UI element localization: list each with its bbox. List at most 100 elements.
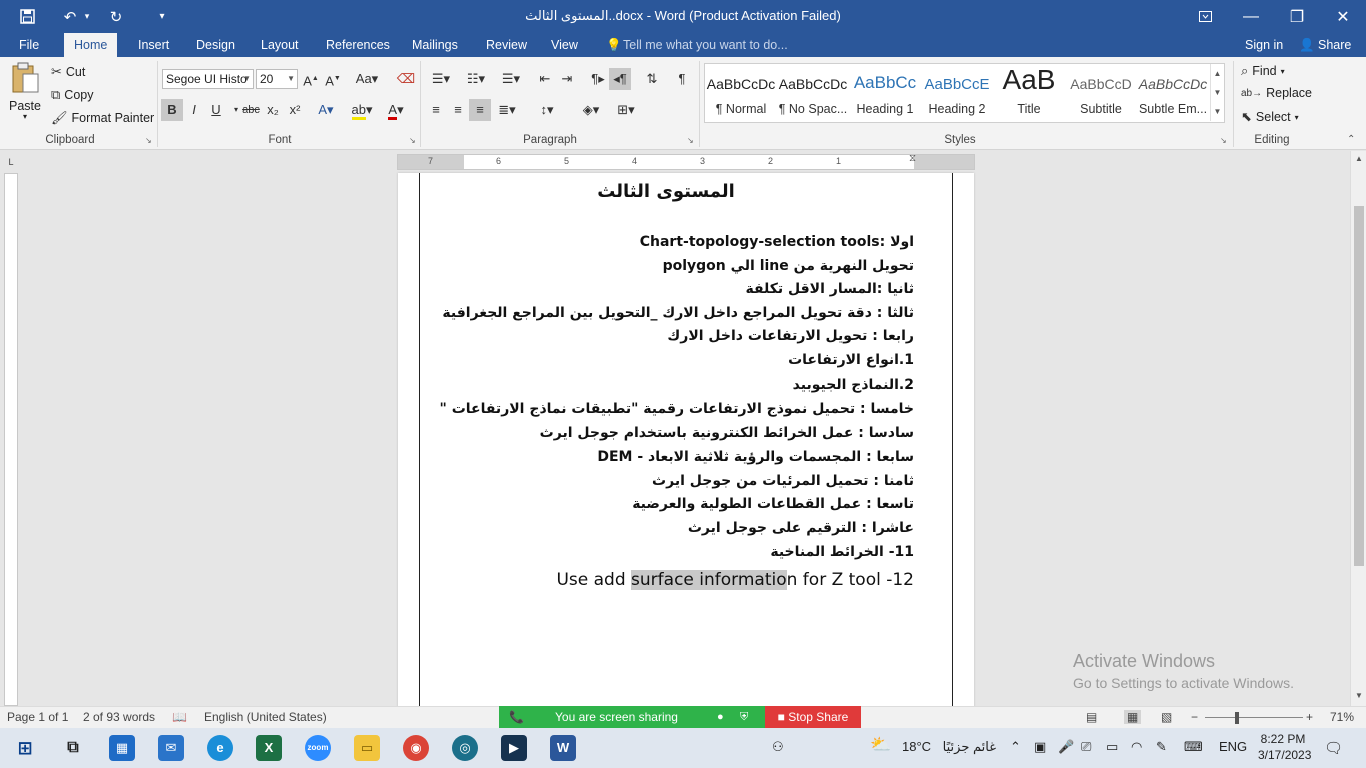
zoom-level[interactable]: 71% [1330,710,1354,724]
select-button[interactable]: ⬉ Select ▾ [1241,109,1299,125]
restore-button[interactable]: ❐ [1274,0,1320,33]
chrome-icon[interactable]: ◉ [403,735,429,761]
zoom-slider[interactable] [1205,717,1303,718]
wifi-icon[interactable]: ◠ [1131,739,1142,755]
document-page[interactable]: المستوى الثالث اولا :Chart-topology-sele… [398,173,974,713]
shading-icon[interactable]: ◈▾ [575,99,607,121]
italic-button[interactable]: I [183,99,205,121]
web-layout-icon[interactable]: ▧ [1161,710,1172,724]
bold-button[interactable]: B [161,99,183,121]
chevron-up-icon[interactable]: ⌃ [1010,739,1021,755]
store-icon[interactable]: ▦ [109,735,135,761]
grow-font-icon[interactable]: A▲ [300,68,322,90]
mail-icon[interactable]: ✉ [158,735,184,761]
find-button[interactable]: ⌕ Find ▾ [1241,63,1285,79]
weather-temp[interactable]: 18°C [902,739,931,754]
scroll-thumb[interactable] [1354,206,1364,566]
tab-layout[interactable]: Layout [251,33,309,57]
minimize-button[interactable]: — [1228,0,1274,33]
tab-view[interactable]: View [541,33,588,57]
text-effects-icon[interactable]: A▾ [315,99,337,121]
strikethrough-button[interactable]: abc [240,99,262,121]
vertical-scrollbar[interactable]: ▲ ▼ [1350,151,1366,706]
indent-marker-icon[interactable]: ⧖ [909,153,916,164]
zoom-slider-thumb[interactable] [1235,712,1239,724]
proofing-icon[interactable]: 📖 [172,710,187,724]
ribbon-display-options-icon[interactable] [1182,0,1228,33]
tab-mailings[interactable]: Mailings [402,33,468,57]
bullets-icon[interactable]: ☰▾ [425,68,457,90]
scroll-down-icon[interactable]: ▼ [1351,691,1366,700]
excel-icon[interactable]: X [256,735,282,761]
print-layout-icon[interactable]: ▦ [1124,710,1142,724]
align-center-icon[interactable]: ≡ [447,99,469,121]
paste-dropdown-icon[interactable]: ▾ [23,112,27,121]
zoom-in-icon[interactable]: + [1306,710,1313,724]
battery-icon[interactable]: ▭ [1106,739,1118,755]
paste-button[interactable]: Paste ▾ [9,62,41,121]
tab-design[interactable]: Design [186,33,245,57]
subscript-button[interactable]: x₂ [262,99,284,121]
clear-formatting-icon[interactable]: ⌫ [395,68,417,90]
tab-file[interactable]: File [9,33,49,57]
clock[interactable]: 8:22 PM 3/17/2023 [1258,731,1311,763]
tab-selector-icon[interactable]: L [4,155,18,169]
sign-in-link[interactable]: Sign in [1245,33,1283,57]
input-language[interactable]: ENG [1219,739,1247,754]
style-normal[interactable]: AaBbCcDc ¶ Normal [705,64,777,122]
underline-button[interactable]: U [205,99,227,121]
tab-home[interactable]: Home [64,33,118,57]
style-title[interactable]: AaB Title [993,64,1065,122]
notifications-icon[interactable]: 🗨 [1324,739,1343,757]
people-icon[interactable]: ⚇ [772,739,784,755]
cut-button[interactable]: ✂ Cut [51,64,85,80]
zoom-out-icon[interactable]: − [1191,710,1198,724]
tray-app-icon[interactable]: ▣ [1034,739,1046,755]
style-subtitle[interactable]: AaBbCcD Subtitle [1065,64,1137,122]
keyboard-icon[interactable]: ⌨ [1184,739,1203,755]
decrease-indent-icon[interactable]: ⇤ [534,68,556,90]
font-launcher-icon[interactable]: ↘ [409,136,416,145]
stop-share-button[interactable]: ■ Stop Share [765,706,861,728]
highlight-color-icon[interactable]: ab▾ [348,99,376,121]
change-case-icon[interactable]: Aa▾ [352,68,382,90]
horizontal-ruler[interactable]: 7 6 5 4 3 2 1 ⧖ [397,153,975,170]
tab-references[interactable]: References [316,33,400,57]
collapse-ribbon-icon[interactable]: ⌃ [1347,134,1355,145]
align-left-icon[interactable]: ≡ [425,99,447,121]
terminal-icon[interactable]: ▶ [501,735,527,761]
superscript-button[interactable]: x² [284,99,306,121]
task-view-icon[interactable]: ⧉ [60,735,86,761]
share-button[interactable]: Share [1318,33,1351,57]
close-button[interactable]: ✕ [1320,0,1366,33]
google-earth-icon[interactable]: ◎ [452,735,478,761]
camera-icon[interactable]: ⎚ [1081,739,1091,755]
font-color-icon[interactable]: A▾ [382,99,410,121]
replace-button[interactable]: ab→ Replace [1241,86,1312,100]
styles-launcher-icon[interactable]: ↘ [1220,136,1227,145]
tab-review[interactable]: Review [476,33,537,57]
rtl-direction-icon[interactable]: ◂¶ [609,68,631,90]
word-icon[interactable]: W [550,735,576,761]
borders-icon[interactable]: ⊞▾ [610,99,642,121]
edge-icon[interactable]: e [207,735,233,761]
font-size-combo[interactable]: 20 ▼ [256,69,298,89]
style-no-spacing[interactable]: AaBbCcDc ¶ No Spac... [777,64,849,122]
page-count[interactable]: Page 1 of 1 [7,710,68,724]
copy-button[interactable]: ⧉ Copy [51,87,93,103]
shrink-font-icon[interactable]: A▼ [322,68,344,90]
weather-icon[interactable]: ⛅ [870,735,891,755]
show-formatting-icon[interactable]: ¶ [671,68,693,90]
clipboard-launcher-icon[interactable]: ↘ [145,136,152,145]
pen-icon[interactable]: ✎ [1156,739,1167,755]
paragraph-launcher-icon[interactable]: ↘ [687,136,694,145]
file-explorer-icon[interactable]: ▭ [354,735,380,761]
tell-me-search[interactable]: Tell me what you want to do... [623,33,788,57]
style-heading-1[interactable]: AaBbCc Heading 1 [849,64,921,122]
weather-text[interactable]: غائم جزئيًا [930,739,996,755]
style-subtle-emphasis[interactable]: AaBbCcDc Subtle Em... [1137,64,1209,122]
line-spacing-icon[interactable]: ↕▾ [531,99,563,121]
windows-start-icon[interactable]: ⊞ [12,735,38,761]
word-count[interactable]: 2 of 93 words [83,710,155,724]
justify-icon[interactable]: ≣▾ [491,99,523,121]
